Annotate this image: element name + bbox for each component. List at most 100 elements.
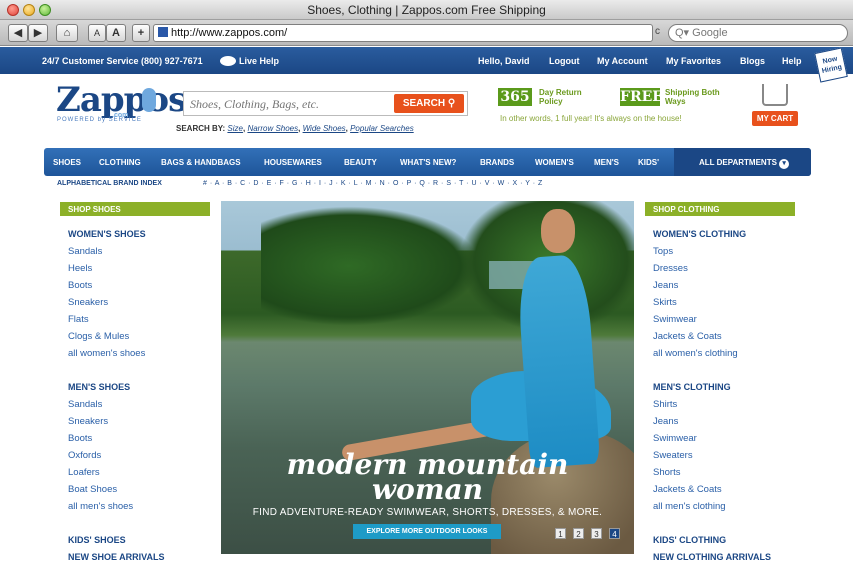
hero-title-line2: woman — [372, 473, 483, 506]
google-search-field[interactable]: Q▾ Google — [668, 24, 848, 42]
nav-mens[interactable]: MEN'S — [594, 158, 619, 167]
category-link[interactable]: Shorts — [653, 466, 771, 483]
home-button[interactable]: ⌂ — [56, 24, 78, 42]
search-by-narrow-link[interactable]: Narrow Shoes — [247, 124, 298, 133]
search-by-size-link[interactable]: Size — [227, 124, 243, 133]
my-account-link[interactable]: My Account — [597, 56, 648, 66]
category-link[interactable]: Sweaters — [653, 449, 771, 466]
search-input[interactable] — [190, 96, 390, 112]
logo-tagline: POWERED by SERVICE — [57, 117, 142, 123]
category-link[interactable]: Sneakers — [68, 415, 165, 432]
add-bookmark-button[interactable]: + — [132, 24, 150, 42]
all-departments-label: ALL DEPARTMENTS — [699, 158, 777, 167]
category-heading[interactable]: KIDS' CLOTHING — [653, 534, 771, 551]
nav-shoes[interactable]: SHOES — [53, 158, 81, 167]
logo-dotcom: .com — [112, 112, 129, 119]
category-heading[interactable]: NEW SHOE ARRIVALS — [68, 551, 165, 567]
back-button[interactable]: ◀ — [8, 24, 28, 42]
search-button[interactable]: SEARCH ⚲ — [394, 94, 464, 113]
category-link[interactable]: Boots — [68, 432, 165, 449]
category-link[interactable]: all men's clothing — [653, 500, 771, 517]
tagline-text: In other words, 1 full year! It's always… — [500, 114, 682, 123]
carousel-page-2[interactable]: 2 — [573, 528, 584, 539]
category-link[interactable]: Jackets & Coats — [653, 483, 771, 500]
all-departments-button[interactable]: ALL DEPARTMENTS ▾ — [674, 148, 811, 176]
nav-clothing[interactable]: CLOTHING — [99, 158, 141, 167]
category-link[interactable]: Skirts — [653, 296, 771, 313]
live-help-link[interactable]: Live Help — [220, 56, 279, 66]
forward-button[interactable]: ▶ — [28, 24, 48, 42]
search-by: SEARCH BY: Size, Narrow Shoes, Wide Shoe… — [176, 124, 414, 133]
category-link[interactable]: Swimwear — [653, 432, 771, 449]
explore-outdoor-looks-button[interactable]: EXPLORE MORE OUTDOOR LOOKS — [353, 524, 501, 539]
category-link[interactable]: all women's clothing — [653, 347, 771, 364]
search-button-label: SEARCH — [402, 98, 446, 109]
category-link[interactable]: Tops — [653, 245, 771, 262]
category-heading[interactable]: MEN'S SHOES — [68, 381, 165, 398]
hero-banner[interactable]: modern mountain woman FIND ADVENTURE-READ… — [221, 201, 634, 554]
text-bigger-button[interactable]: A — [106, 24, 126, 42]
carousel-page-1[interactable]: 1 — [555, 528, 566, 539]
my-favorites-link[interactable]: My Favorites — [666, 56, 721, 66]
category-link[interactable]: Clogs & Mules — [68, 330, 165, 347]
now-hiring-badge[interactable]: Now Hiring — [814, 47, 848, 83]
category-link[interactable]: Oxfords — [68, 449, 165, 466]
shop-clothing-header: SHOP CLOTHING — [645, 202, 795, 216]
reload-icon[interactable]: c — [655, 26, 660, 37]
category-link[interactable]: Boat Shoes — [68, 483, 165, 500]
nav-kids[interactable]: KIDS' — [638, 158, 659, 167]
nav-beauty[interactable]: BEAUTY — [344, 158, 377, 167]
free-shipping-badge[interactable]: FREE — [620, 88, 663, 106]
brand-index-letters[interactable]: # · A · B · C · D · E · F · G · H · I · … — [203, 180, 543, 187]
text-smaller-button[interactable]: A — [88, 24, 106, 42]
category-link[interactable]: Flats — [68, 313, 165, 330]
blogs-link[interactable]: Blogs — [740, 56, 765, 66]
category-heading[interactable]: WOMEN'S CLOTHING — [653, 228, 771, 245]
category-link[interactable]: Jeans — [653, 279, 771, 296]
logout-link[interactable]: Logout — [549, 56, 580, 66]
nav-housewares[interactable]: HOUSEWARES — [264, 158, 322, 167]
category-link[interactable]: Sneakers — [68, 296, 165, 313]
search-by-wide-link[interactable]: Wide Shoes — [303, 124, 346, 133]
category-heading[interactable]: KIDS' SHOES — [68, 534, 165, 551]
help-link[interactable]: Help — [782, 56, 802, 66]
category-link[interactable]: Sandals — [68, 398, 165, 415]
popular-searches-link[interactable]: Popular Searches — [350, 124, 414, 133]
title-bar: Shoes, Clothing | Zappos.com Free Shippi… — [0, 0, 853, 20]
category-link[interactable]: all women's shoes — [68, 347, 165, 364]
nav-whats-new[interactable]: WHAT'S NEW? — [400, 158, 456, 167]
category-heading[interactable]: NEW CLOTHING ARRIVALS — [653, 551, 771, 567]
category-link[interactable]: Shirts — [653, 398, 771, 415]
category-link[interactable]: Jeans — [653, 415, 771, 432]
browser-window: Shoes, Clothing | Zappos.com Free Shippi… — [0, 0, 853, 567]
customer-service-text: 24/7 Customer Service (800) 927-7671 — [42, 56, 203, 66]
top-utility-bar: 24/7 Customer Service (800) 927-7671 Liv… — [0, 47, 853, 74]
chevron-down-icon: ▾ — [779, 159, 790, 169]
nav-womens[interactable]: WOMEN'S — [535, 158, 574, 167]
main-nav: SHOES CLOTHING BAGS & HANDBAGS HOUSEWARE… — [44, 148, 811, 176]
category-link[interactable]: all men's shoes — [68, 500, 165, 517]
category-link[interactable]: Swimwear — [653, 313, 771, 330]
carousel-page-4[interactable]: 4 — [609, 528, 620, 539]
browser-toolbar: ◀ ▶ ⌂ A A + http://www.zappos.com/ c Q▾ … — [0, 20, 853, 46]
cart-icon[interactable] — [762, 84, 788, 106]
address-bar[interactable]: http://www.zappos.com/ — [153, 24, 653, 42]
clothing-category-list: WOMEN'S CLOTHING Tops Dresses Jeans Skirts Sw… — [653, 228, 771, 567]
category-link[interactable]: Dresses — [653, 262, 771, 279]
category-link[interactable]: Heels — [68, 262, 165, 279]
category-heading[interactable]: MEN'S CLOTHING — [653, 381, 771, 398]
my-cart-button[interactable]: MY CART — [752, 111, 798, 126]
alphabetical-brand-index-label[interactable]: ALPHABETICAL BRAND INDEX — [57, 180, 162, 187]
category-link[interactable]: Loafers — [68, 466, 165, 483]
shop-shoes-header: SHOP SHOES — [60, 202, 210, 216]
category-heading[interactable]: WOMEN'S SHOES — [68, 228, 165, 245]
category-link[interactable]: Boots — [68, 279, 165, 296]
search-by-label: SEARCH BY: — [176, 124, 226, 133]
return-policy-badge[interactable]: 365 — [498, 88, 532, 106]
nav-bags-handbags[interactable]: BAGS & HANDBAGS — [161, 158, 241, 167]
category-link[interactable]: Sandals — [68, 245, 165, 262]
category-link[interactable]: Jackets & Coats — [653, 330, 771, 347]
nav-brands[interactable]: BRANDS — [480, 158, 514, 167]
carousel-page-3[interactable]: 3 — [591, 528, 602, 539]
